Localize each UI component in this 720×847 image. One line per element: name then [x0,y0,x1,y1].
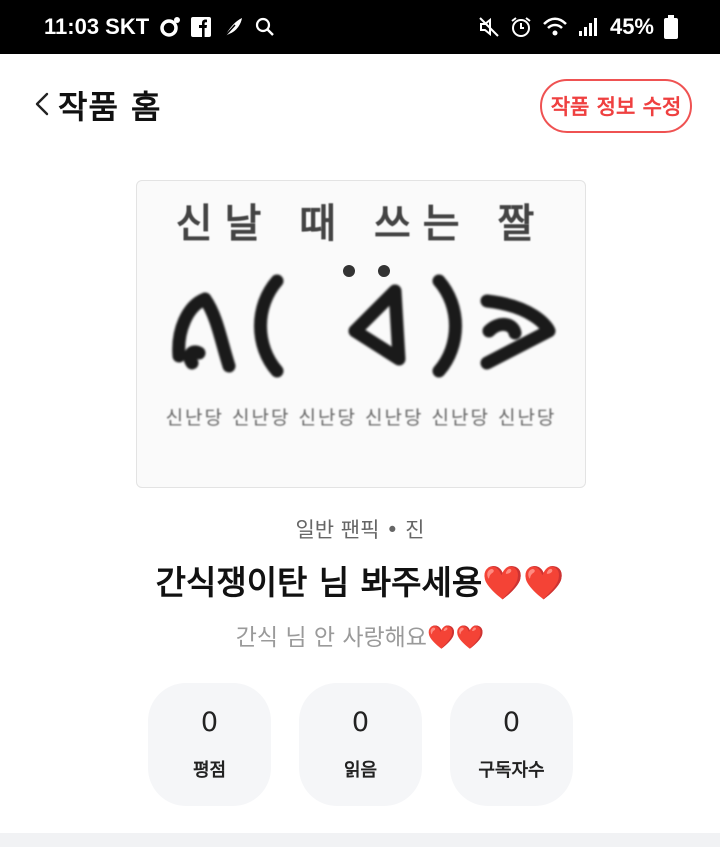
stat-reads-value: 0 [351,707,370,738]
stat-subscribers-label: 구독자수 [478,760,545,781]
status-time: 11:03 SKT [44,14,150,39]
page-title: 작품 홈 [58,88,162,126]
wifi-icon [542,16,568,38]
status-right: 45% [478,14,678,40]
cover-image[interactable]: 신날 때 쓰는 짤 신난당 신난당 신난당 신난당 신난당 신난당 [136,180,586,488]
chevron-left-icon [35,92,49,116]
work-category: 일반 팬픽 • 진 [295,518,425,542]
stat-rating: 0 평점 [148,683,271,806]
stat-subscribers: 0 구독자수 [450,683,573,806]
battery-percent: 45% [609,14,654,39]
stat-subscribers-value: 0 [502,707,521,738]
cover-top-text: 신날 때 쓰는 짤 [175,201,547,247]
section-divider [0,833,720,847]
feather-icon [221,15,245,39]
work-subtitle: 간식 님 안 사랑해요❤️❤️ [235,625,485,651]
stat-rating-value: 0 [200,707,219,738]
status-left: 11:03 SKT [44,14,275,40]
facebook-icon [191,17,212,37]
header: 작품 홈 작품 정보 수정 [0,54,720,164]
stat-reads: 0 읽음 [299,683,422,806]
battery-icon [664,15,678,39]
mute-icon [478,16,500,38]
status-bar: 11:03 SKT 45% [0,0,720,54]
notification-dot-icon [159,16,181,38]
stat-rating-label: 평점 [192,760,227,781]
alarm-icon [510,16,532,38]
cover-bottom-text: 신난당 신난당 신난당 신난당 신난당 신난당 [165,407,557,429]
cover-face-emoticon [172,265,556,378]
stats-row: 0 평점 0 읽음 0 구독자수 [148,683,574,806]
work-title: 간식쟁이탄 님 봐주세용❤️❤️ [155,563,565,602]
search-icon [255,17,275,37]
signal-icon [578,16,600,38]
back-button[interactable] [30,90,54,118]
edit-work-info-button[interactable]: 작품 정보 수정 [540,79,692,133]
stat-reads-label: 읽음 [343,760,378,781]
